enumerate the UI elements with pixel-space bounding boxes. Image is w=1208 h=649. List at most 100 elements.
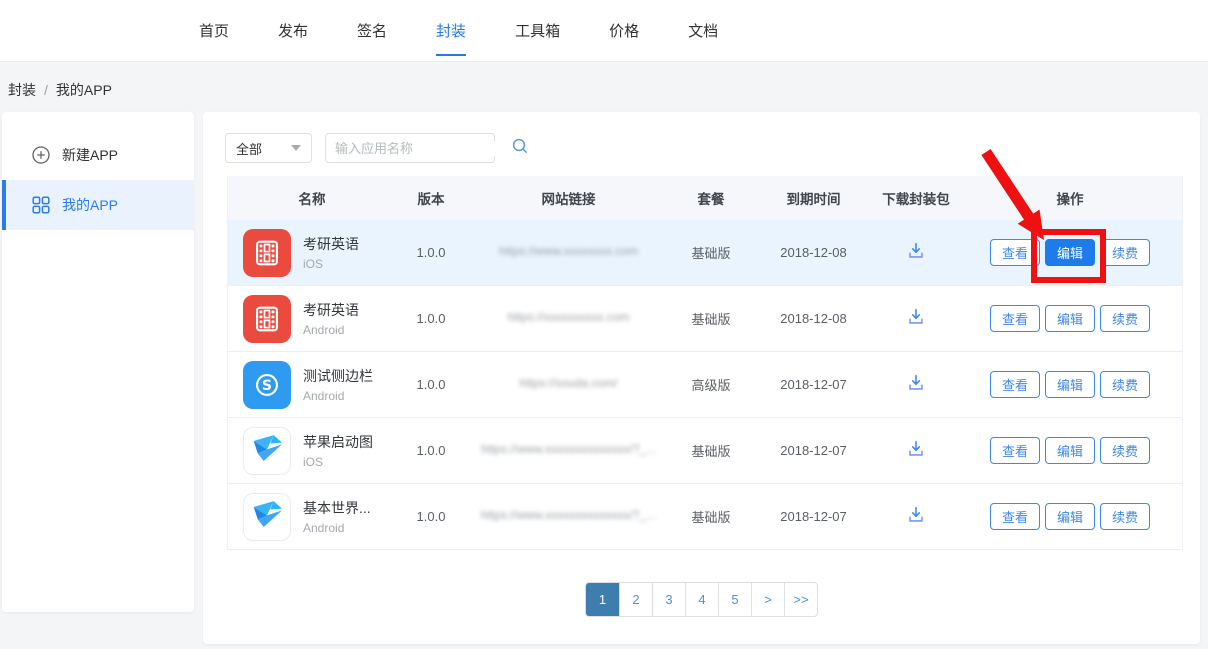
renew-button[interactable]: 续费 xyxy=(1100,371,1150,398)
actions-cell: 查看 编辑 续费 xyxy=(956,305,1184,332)
app-name-cell: 考研英语 iOS xyxy=(228,229,396,277)
breadcrumb-separator: / xyxy=(44,82,48,98)
nav-item-price[interactable]: 价格 xyxy=(609,0,639,62)
actions-cell: 查看 编辑 续费 xyxy=(956,503,1184,530)
plan-cell: 基础版 xyxy=(671,309,751,328)
nav-item-home[interactable]: 首页 xyxy=(199,0,229,62)
view-button[interactable]: 查看 xyxy=(990,437,1040,464)
last-page-button[interactable]: >> xyxy=(784,583,817,616)
download-icon[interactable] xyxy=(905,438,927,460)
download-icon[interactable] xyxy=(905,306,927,328)
nav-item-signature[interactable]: 签名 xyxy=(357,0,387,62)
website-link-blurred: https://www.xxxxxxxxxxxxxx/?_... xyxy=(481,508,656,522)
header-website: 网站链接 xyxy=(466,188,671,208)
actions-cell: 查看 编辑 续费 xyxy=(956,371,1184,398)
nav-item-docs[interactable]: 文档 xyxy=(688,0,718,62)
app-platform: iOS xyxy=(303,455,373,469)
top-navigation: 首页 发布 签名 封装 工具箱 价格 文档 xyxy=(0,0,1208,62)
renew-button[interactable]: 续费 xyxy=(1100,239,1150,266)
expiry-cell: 2018-12-07 xyxy=(751,377,876,392)
app-platform: Android xyxy=(303,521,371,535)
sidebar-my-app-label: 我的APP xyxy=(62,195,118,215)
renew-button[interactable]: 续费 xyxy=(1100,305,1150,332)
actions-cell: 查看 编辑 续费 xyxy=(956,437,1184,464)
header-download: 下载封装包 xyxy=(876,188,956,208)
header-plan: 套餐 xyxy=(671,188,751,208)
view-button[interactable]: 查看 xyxy=(990,239,1040,266)
search-icon[interactable] xyxy=(511,137,529,160)
view-button[interactable]: 查看 xyxy=(990,305,1040,332)
app-platform: Android xyxy=(303,389,373,403)
app-name-cell: S 测试侧边栏 Android xyxy=(228,361,396,409)
table-row: 考研英语Android 1.0.0 https://xxxxxxxxxx.com… xyxy=(228,286,1182,352)
header-actions: 操作 xyxy=(956,188,1184,208)
table-row: S 测试侧边栏Android 1.0.0 https://souda.com/ … xyxy=(228,352,1182,418)
edit-button[interactable]: 编辑 xyxy=(1045,437,1095,464)
renew-button[interactable]: 续费 xyxy=(1100,437,1150,464)
app-name-cell: 苹果启动图 iOS xyxy=(228,427,396,475)
film-app-icon xyxy=(243,295,291,343)
filter-dropdown[interactable]: 全部 xyxy=(225,133,312,163)
nav-item-toolbox[interactable]: 工具箱 xyxy=(515,0,560,62)
view-button[interactable]: 查看 xyxy=(990,371,1040,398)
chevron-down-icon xyxy=(291,145,301,151)
toolbar: 全部 xyxy=(203,112,1200,163)
edit-button[interactable]: 编辑 xyxy=(1045,305,1095,332)
version-cell: 1.0.0 xyxy=(396,509,466,524)
sidebar-item-new-app[interactable]: 新建APP xyxy=(2,130,194,180)
page-4[interactable]: 4 xyxy=(685,583,718,616)
search-input[interactable] xyxy=(335,141,511,156)
plan-cell: 基础版 xyxy=(671,441,751,460)
website-link-blurred: https://www.xxxxxxxx.com xyxy=(499,244,638,258)
download-icon[interactable] xyxy=(905,504,927,526)
download-icon[interactable] xyxy=(905,240,927,262)
view-button[interactable]: 查看 xyxy=(990,503,1040,530)
breadcrumb-my-app: 我的APP xyxy=(56,80,112,100)
plan-cell: 基础版 xyxy=(671,507,751,526)
app-platform: iOS xyxy=(303,257,359,271)
breadcrumb-package[interactable]: 封装 xyxy=(8,80,36,100)
renew-button[interactable]: 续费 xyxy=(1100,503,1150,530)
table-row: 基本世界... Android 1.0.0 https://www.xxxxxxx… xyxy=(228,484,1182,550)
website-link-blurred: https://souda.com/ xyxy=(519,376,617,390)
breadcrumb: 封装 / 我的APP xyxy=(8,80,112,100)
grid-icon xyxy=(32,196,50,214)
filter-dropdown-value: 全部 xyxy=(236,139,262,158)
edit-button[interactable]: 编辑 xyxy=(1045,503,1095,530)
nav-item-publish[interactable]: 发布 xyxy=(278,0,308,62)
main-panel: 全部 名称 版本 网站链接 套餐 到期时间 下载封装包 操作 考研英 xyxy=(203,112,1200,644)
page-1-active[interactable]: 1 xyxy=(586,583,619,616)
app-name-cell: 考研英语Android xyxy=(228,295,396,343)
version-cell: 1.0.0 xyxy=(396,443,466,458)
app-name: 考研英语 xyxy=(303,234,359,254)
page-5[interactable]: 5 xyxy=(718,583,751,616)
edit-button[interactable]: 编辑 xyxy=(1045,371,1095,398)
page-3[interactable]: 3 xyxy=(652,583,685,616)
header-version: 版本 xyxy=(396,188,466,208)
svg-text:S: S xyxy=(262,377,272,393)
table-row: 考研英语 iOS 1.0.0 https://www.xxxxxxxx.com 基… xyxy=(228,220,1182,286)
header-expiry: 到期时间 xyxy=(751,188,876,208)
app-name-cell: 基本世界... Android xyxy=(228,493,396,541)
expiry-cell: 2018-12-08 xyxy=(751,245,876,260)
app-name: 苹果启动图 xyxy=(303,432,373,452)
download-icon[interactable] xyxy=(905,372,927,394)
page-2[interactable]: 2 xyxy=(619,583,652,616)
s-logo-app-icon: S xyxy=(243,361,291,409)
sidebar-item-my-app[interactable]: 我的APP xyxy=(2,180,194,230)
plan-cell: 基础版 xyxy=(671,243,751,262)
app-name: 基本世界... xyxy=(303,498,371,518)
table-header: 名称 版本 网站链接 套餐 到期时间 下载封装包 操作 xyxy=(228,176,1182,220)
app-name: 测试侧边栏 xyxy=(303,366,373,386)
version-cell: 1.0.0 xyxy=(396,311,466,326)
edit-button-highlighted[interactable]: 编辑 xyxy=(1045,239,1095,266)
next-page-button[interactable]: > xyxy=(751,583,784,616)
version-cell: 1.0.0 xyxy=(396,245,466,260)
table-row: 苹果启动图iOS 1.0.0 https://www.xxxxxxxxxxxxx… xyxy=(228,418,1182,484)
app-platform: Android xyxy=(303,323,359,337)
expiry-cell: 2018-12-07 xyxy=(751,443,876,458)
app-table: 名称 版本 网站链接 套餐 到期时间 下载封装包 操作 考研英语 iOS 1.0.… xyxy=(227,176,1183,550)
sidebar: 新建APP 我的APP xyxy=(2,112,194,612)
nav-item-package-active[interactable]: 封装 xyxy=(436,0,466,62)
header-name: 名称 xyxy=(228,188,396,208)
